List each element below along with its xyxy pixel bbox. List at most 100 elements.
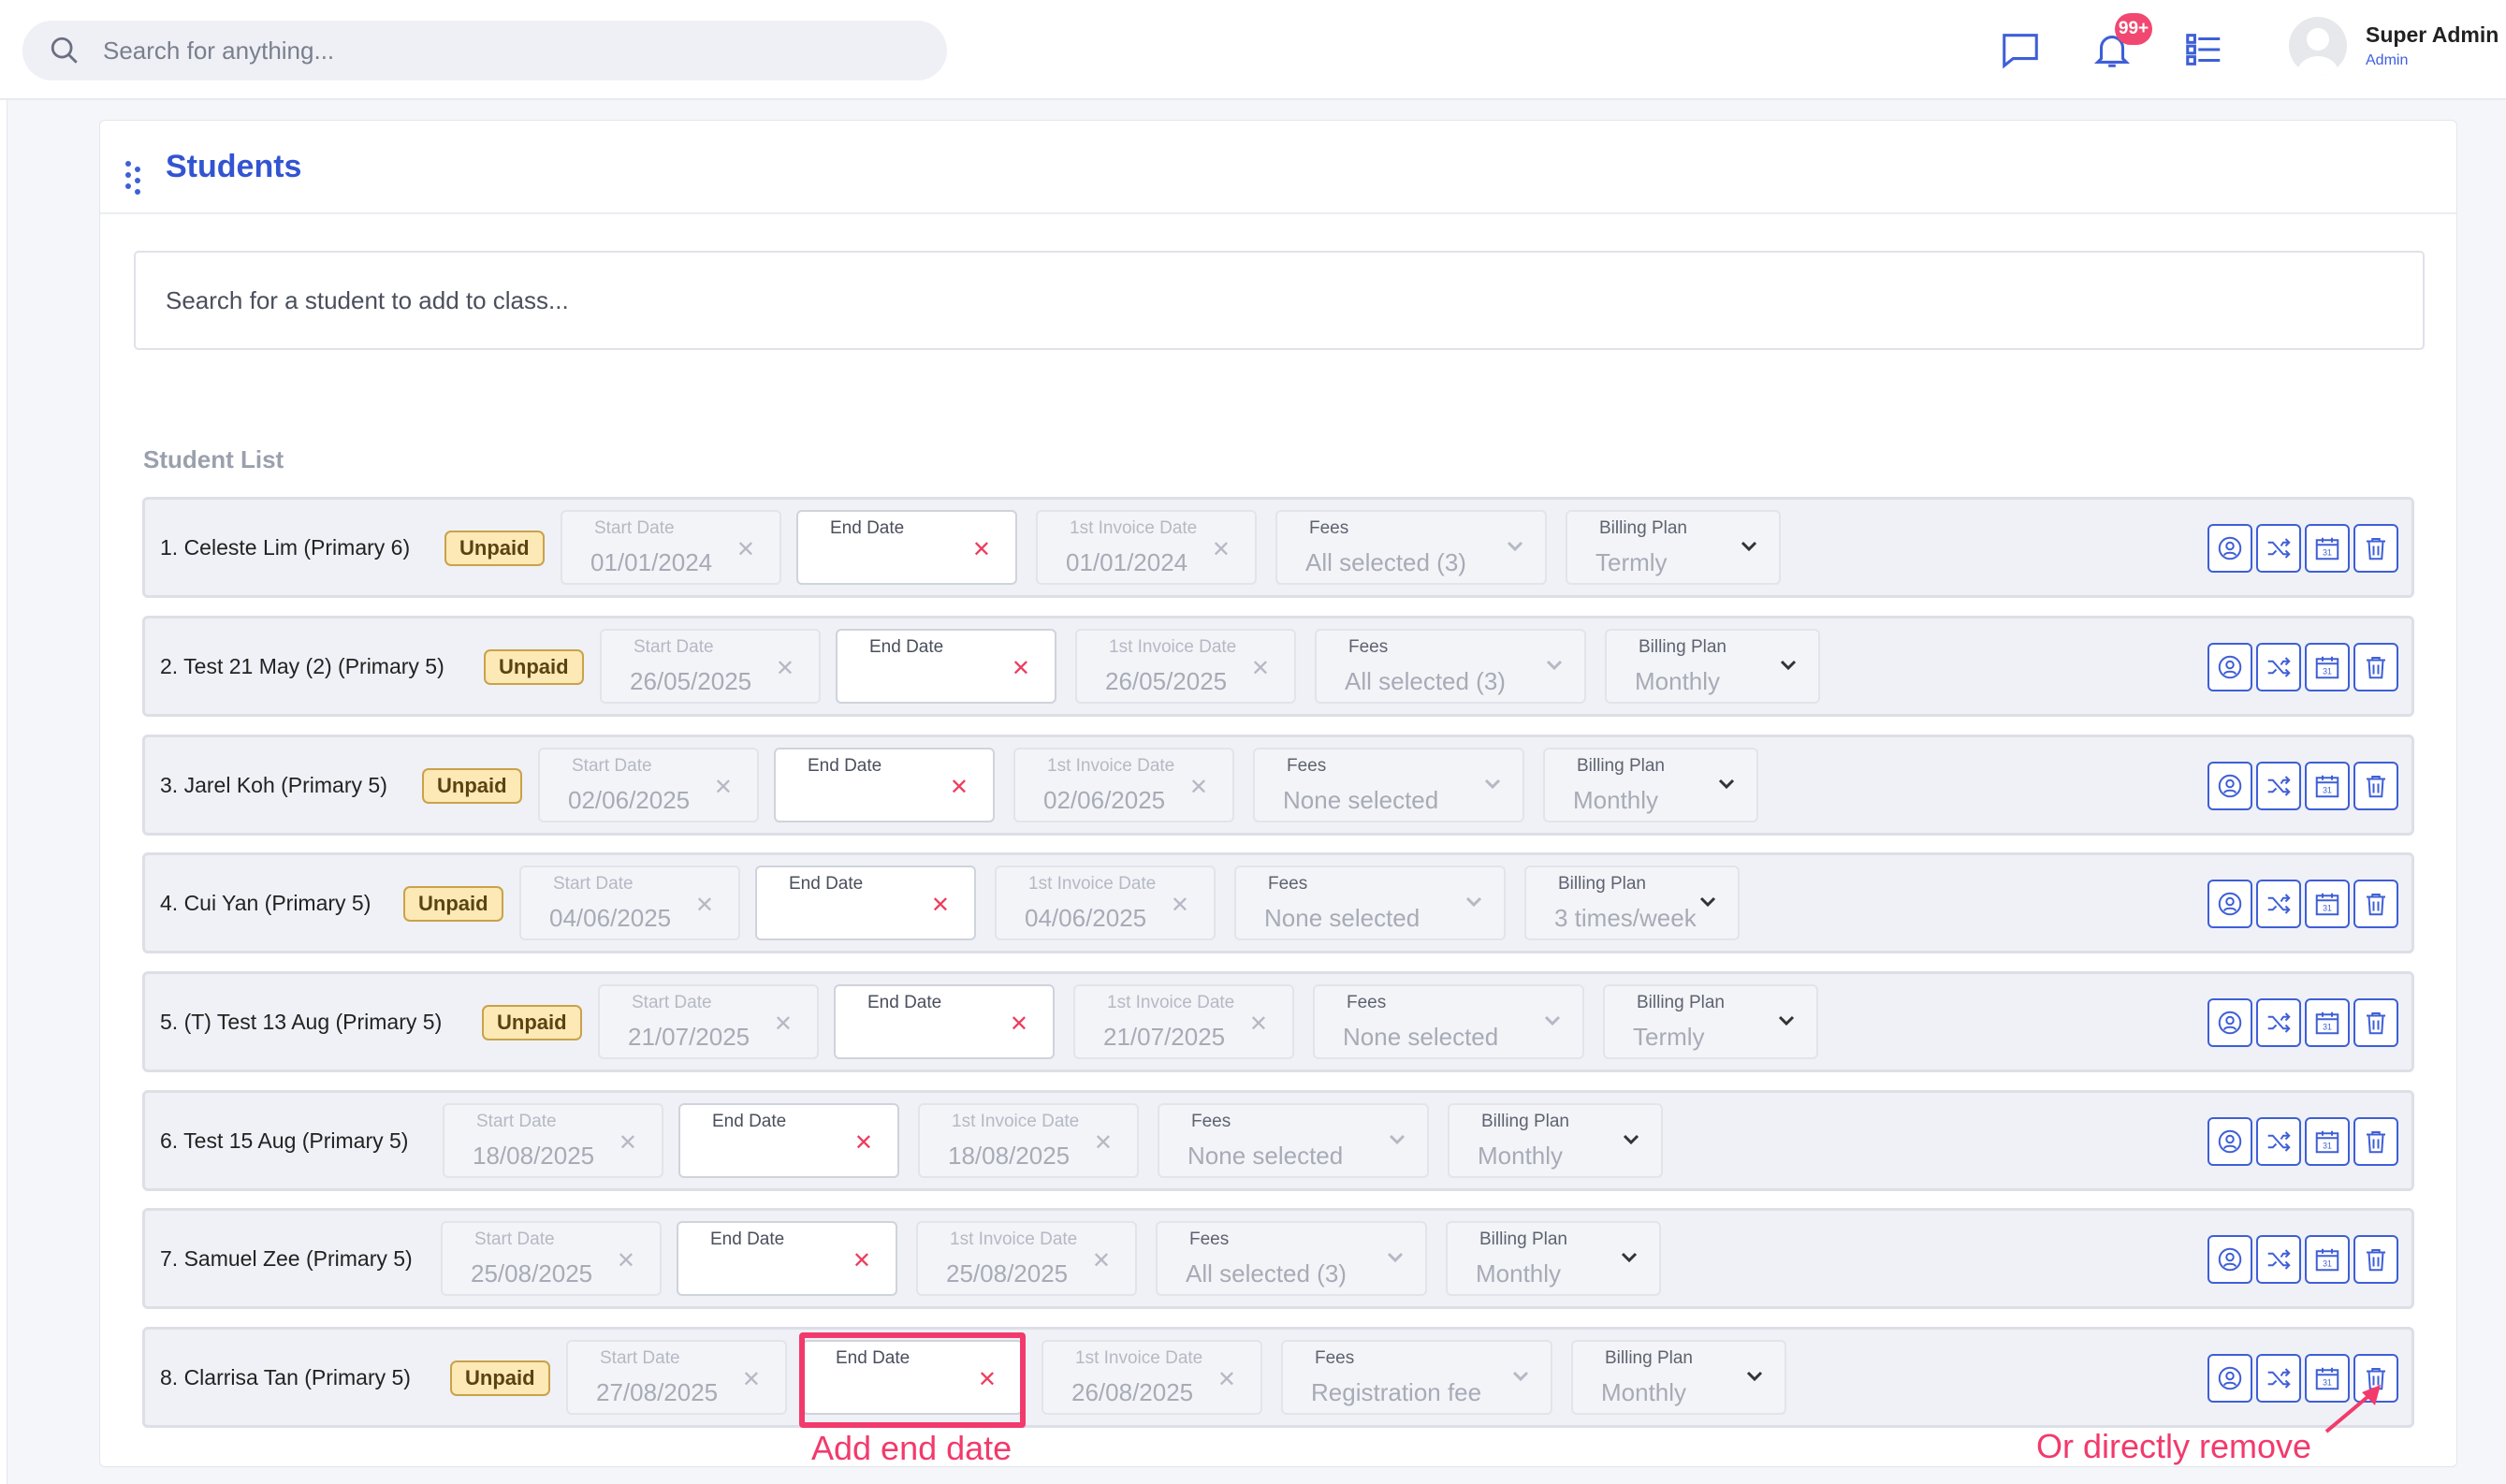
user-name[interactable]: Super Admin [2366, 22, 2499, 48]
fees-select[interactable]: Fees Registration fee [1281, 1340, 1552, 1415]
invoice-date-field[interactable]: 1st Invoice Date 04/06/2025 ✕ [995, 866, 1216, 940]
billing-plan-select[interactable]: Billing Plan Monthly [1543, 748, 1758, 822]
chat-icon[interactable] [1999, 28, 2042, 71]
end-date-field[interactable]: End Date ✕ [836, 629, 1056, 704]
clear-icon[interactable]: ✕ [742, 1366, 761, 1393]
delete-button[interactable] [2353, 643, 2398, 691]
start-date-field[interactable]: Start Date 26/05/2025 ✕ [600, 629, 821, 704]
schedule-button[interactable]: 31 [2305, 998, 2350, 1047]
invoice-date-field[interactable]: 1st Invoice Date 02/06/2025 ✕ [1013, 748, 1234, 822]
billing-plan-select[interactable]: Billing Plan 3 times/week [1524, 866, 1740, 940]
clear-icon[interactable]: ✕ [852, 1247, 871, 1274]
fees-select[interactable]: Fees None selected [1158, 1103, 1429, 1178]
clear-icon[interactable]: ✕ [774, 1011, 793, 1038]
clear-icon[interactable]: ✕ [617, 1247, 635, 1274]
clear-icon[interactable]: ✕ [1249, 1011, 1268, 1038]
list-menu-icon[interactable] [2182, 28, 2225, 71]
start-date-field[interactable]: Start Date 01/01/2024 ✕ [561, 510, 781, 585]
clear-icon[interactable]: ✕ [619, 1129, 637, 1157]
clear-icon[interactable]: ✕ [950, 774, 969, 801]
invoice-date-field[interactable]: 1st Invoice Date 01/01/2024 ✕ [1036, 510, 1257, 585]
clear-icon[interactable]: ✕ [1212, 536, 1231, 563]
invoice-date-field[interactable]: 1st Invoice Date 21/07/2025 ✕ [1073, 984, 1294, 1059]
global-search[interactable]: Search for anything... [22, 21, 947, 80]
transfer-button[interactable] [2256, 762, 2301, 810]
delete-button[interactable] [2353, 1235, 2398, 1284]
profile-button[interactable] [2207, 643, 2252, 691]
end-date-field[interactable]: End Date ✕ [834, 984, 1055, 1059]
billing-plan-select[interactable]: Billing Plan Monthly [1446, 1221, 1661, 1296]
fees-label: Fees [1315, 1348, 1355, 1368]
profile-button[interactable] [2207, 762, 2252, 810]
clear-icon[interactable]: ✕ [931, 892, 950, 919]
clear-icon[interactable]: ✕ [972, 536, 991, 563]
start-date-field[interactable]: Start Date 18/08/2025 ✕ [443, 1103, 663, 1178]
fees-select[interactable]: Fees None selected [1253, 748, 1524, 822]
fees-select[interactable]: Fees All selected (3) [1156, 1221, 1427, 1296]
start-date-field[interactable]: Start Date 21/07/2025 ✕ [598, 984, 819, 1059]
schedule-button[interactable]: 31 [2305, 643, 2350, 691]
clear-icon[interactable]: ✕ [1171, 892, 1189, 919]
clear-icon[interactable]: ✕ [1217, 1366, 1236, 1393]
start-date-field[interactable]: Start Date 25/08/2025 ✕ [441, 1221, 662, 1296]
transfer-button[interactable] [2256, 643, 2301, 691]
end-date-field[interactable]: End Date ✕ [774, 748, 995, 822]
invoice-date-field[interactable]: 1st Invoice Date 25/08/2025 ✕ [916, 1221, 1137, 1296]
student-search-input[interactable]: Search for a student to add to class... [134, 251, 2425, 350]
schedule-button[interactable]: 31 [2305, 762, 2350, 810]
transfer-button[interactable] [2256, 998, 2301, 1047]
transfer-button[interactable] [2256, 880, 2301, 928]
profile-button[interactable] [2207, 998, 2252, 1047]
billing-plan-select[interactable]: Billing Plan Monthly [1571, 1340, 1786, 1415]
profile-button[interactable] [2207, 524, 2252, 573]
end-date-field[interactable]: End Date ✕ [796, 510, 1017, 585]
schedule-button[interactable]: 31 [2305, 1117, 2350, 1166]
transfer-button[interactable] [2256, 1117, 2301, 1166]
delete-button[interactable] [2353, 880, 2398, 928]
end-date-field[interactable]: End Date ✕ [755, 866, 976, 940]
clear-icon[interactable]: ✕ [1094, 1129, 1113, 1157]
profile-button[interactable] [2207, 1117, 2252, 1166]
start-date-field[interactable]: Start Date 27/08/2025 ✕ [566, 1340, 787, 1415]
clear-icon[interactable]: ✕ [695, 892, 714, 919]
fees-select[interactable]: Fees None selected [1313, 984, 1584, 1059]
schedule-button[interactable]: 31 [2305, 1235, 2350, 1284]
clear-icon[interactable]: ✕ [1251, 655, 1270, 682]
fees-select[interactable]: Fees None selected [1234, 866, 1506, 940]
fees-select[interactable]: Fees All selected (3) [1275, 510, 1547, 585]
transfer-button[interactable] [2256, 524, 2301, 573]
billing-plan-select[interactable]: Billing Plan Termly [1603, 984, 1818, 1059]
clear-icon[interactable]: ✕ [736, 536, 755, 563]
transfer-button[interactable] [2256, 1235, 2301, 1284]
delete-button[interactable] [2353, 1117, 2398, 1166]
schedule-button[interactable]: 31 [2305, 524, 2350, 573]
billing-plan-select[interactable]: Billing Plan Termly [1566, 510, 1781, 585]
billing-plan-select[interactable]: Billing Plan Monthly [1605, 629, 1820, 704]
end-date-field[interactable]: End Date ✕ [678, 1103, 899, 1178]
clear-icon[interactable]: ✕ [1010, 1011, 1028, 1038]
profile-button[interactable] [2207, 1235, 2252, 1284]
start-date-field[interactable]: Start Date 02/06/2025 ✕ [538, 748, 759, 822]
clear-icon[interactable]: ✕ [854, 1129, 873, 1157]
fees-select[interactable]: Fees All selected (3) [1315, 629, 1586, 704]
clear-icon[interactable]: ✕ [776, 655, 794, 682]
invoice-date-field[interactable]: 1st Invoice Date 26/08/2025 ✕ [1042, 1340, 1262, 1415]
schedule-button[interactable]: 31 [2305, 880, 2350, 928]
invoice-date-field[interactable]: 1st Invoice Date 26/05/2025 ✕ [1075, 629, 1296, 704]
invoice-date-field[interactable]: 1st Invoice Date 18/08/2025 ✕ [918, 1103, 1139, 1178]
clear-icon[interactable]: ✕ [1012, 655, 1030, 682]
profile-button[interactable] [2207, 880, 2252, 928]
profile-button[interactable] [2207, 1354, 2252, 1403]
end-date-field[interactable]: End Date ✕ [677, 1221, 897, 1296]
drag-handle-icon[interactable] [123, 158, 145, 196]
clear-icon[interactable]: ✕ [714, 774, 733, 801]
transfer-button[interactable] [2256, 1354, 2301, 1403]
avatar[interactable] [2289, 17, 2347, 75]
delete-button[interactable] [2353, 524, 2398, 573]
start-date-field[interactable]: Start Date 04/06/2025 ✕ [519, 866, 740, 940]
clear-icon[interactable]: ✕ [1189, 774, 1208, 801]
clear-icon[interactable]: ✕ [1092, 1247, 1111, 1274]
delete-button[interactable] [2353, 998, 2398, 1047]
billing-plan-select[interactable]: Billing Plan Monthly [1448, 1103, 1663, 1178]
delete-button[interactable] [2353, 762, 2398, 810]
